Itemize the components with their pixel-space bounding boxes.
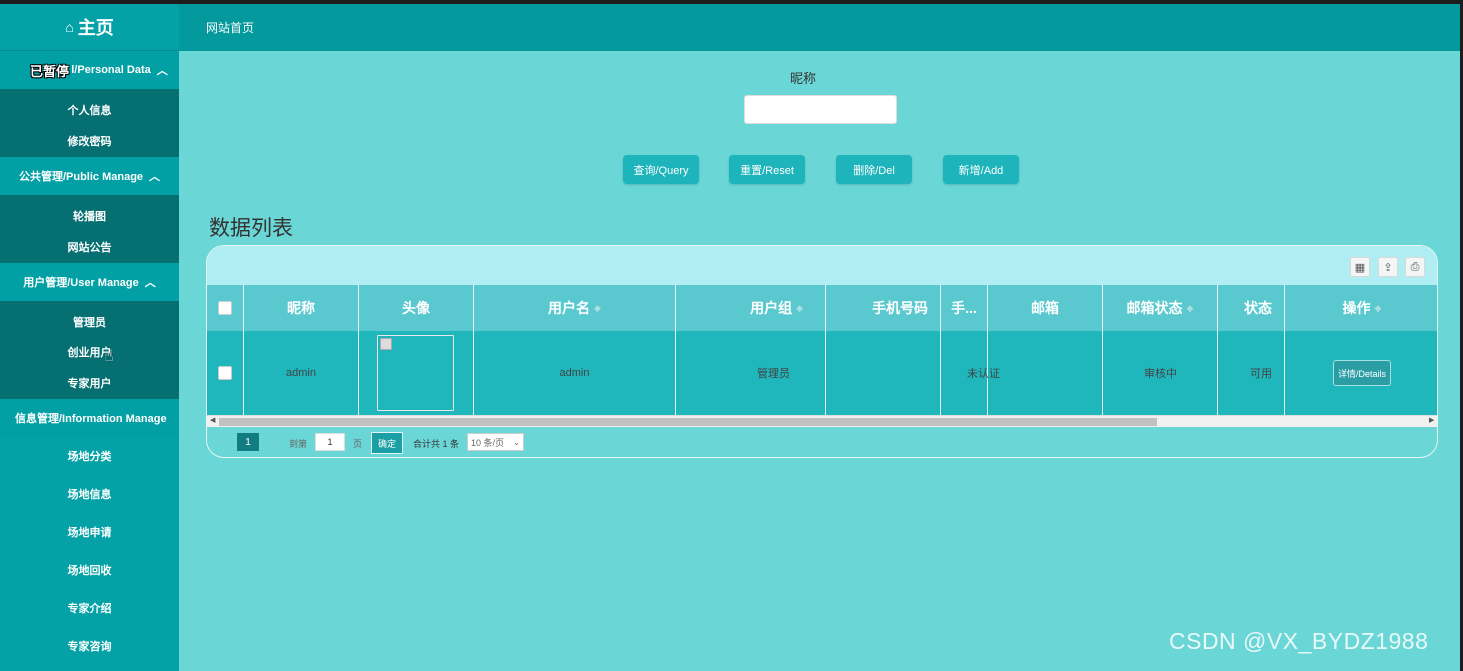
next-page-icon[interactable]: › — [273, 437, 276, 447]
menu-group-public[interactable]: 公共管理/Public Manage ︿ — [0, 157, 179, 195]
menu-group-public-label: 公共管理/Public Manage — [18, 171, 144, 183]
cell-status: 可用 — [1218, 331, 1285, 415]
sort-icon[interactable]: ◆ — [1187, 303, 1194, 314]
scroll-right-icon[interactable]: ▶ — [1429, 416, 1434, 424]
select-all-checkbox[interactable] — [218, 301, 232, 315]
cell-avatar — [359, 331, 474, 415]
menu-group-user[interactable]: 用户管理/User Manage ︿ — [0, 263, 179, 301]
print-icon[interactable]: ⎙ — [1405, 257, 1425, 277]
submenu-user: 管理员 创业用户 专家用户 — [0, 301, 179, 399]
page-unit-label: 页 — [353, 439, 363, 449]
select-all-cell — [207, 285, 244, 331]
chevron-down-icon: ⌄ — [513, 437, 520, 447]
page-current[interactable]: 1 — [237, 433, 259, 451]
sidebar-item-venue-apply[interactable]: 场地申请 — [0, 513, 179, 551]
pagination: ‹ 1 › 到第 1 页 确定 合计共 1 条 10 条/页 ⌄ — [207, 432, 1437, 455]
sidebar-item-profile[interactable]: 个人信息 — [0, 89, 179, 125]
cell-actions: 详情/Details — [1285, 331, 1437, 415]
avatar-broken-image[interactable] — [377, 335, 454, 411]
col-header-nickname[interactable]: 昵称 — [244, 285, 359, 331]
query-button[interactable]: 查询/Query — [623, 155, 699, 184]
hand-cursor-icon: ☝ — [104, 348, 114, 365]
scrollbar-thumb[interactable] — [219, 418, 1157, 426]
data-table-card: ▦ ⇪ ⎙ 昵称 头像 用户名 ◆ 用户组 ◆ 手机号码 手... 邮箱 邮箱状态 ◆… — [206, 245, 1438, 458]
table-toolbar: ▦ ⇪ ⎙ — [207, 246, 1437, 285]
sort-icon[interactable]: ◆ — [594, 303, 601, 314]
col-header-phone[interactable]: 手机号码 — [826, 285, 941, 331]
sidebar-item-expert-consult[interactable]: 专家咨询 — [0, 627, 179, 665]
sidebar-item-carousel[interactable]: 轮播图 — [0, 195, 179, 231]
col-header-actions[interactable]: 操作 ◆ — [1285, 285, 1437, 331]
sidebar-item-venue-recycle[interactable]: 场地回收 — [0, 551, 179, 589]
cell-certification: 未认证 — [941, 331, 1000, 415]
goto-confirm-button[interactable]: 确定 — [371, 432, 403, 454]
sidebar-item-venue-category[interactable]: 场地分类 — [0, 437, 179, 475]
cell-email — [988, 331, 1103, 415]
goto-label: 到第 — [289, 439, 308, 449]
col-header-email[interactable]: 邮箱 — [988, 285, 1103, 331]
col-header-avatar[interactable]: 头像 — [359, 285, 474, 331]
breadcrumb-home[interactable]: 网站首页 — [206, 19, 254, 36]
sort-icon[interactable]: ◆ — [796, 303, 803, 314]
search-label: 昵称 — [790, 71, 817, 86]
horizontal-scrollbar[interactable]: ◀ ▶ — [207, 415, 1437, 427]
sidebar: ⌂ 主页 l/Personal Data ︿ 已暂停 个人信息 修改密码 公共管… — [0, 4, 179, 671]
sidebar-item-change-password[interactable]: 修改密码 — [0, 125, 179, 157]
watermark: CSDN @VX_BYDZ1988 — [1169, 628, 1429, 654]
page-size-select[interactable]: 10 条/页 ⌄ — [467, 433, 524, 451]
col-header-username[interactable]: 用户名 ◆ — [474, 285, 676, 331]
reset-button[interactable]: 重置/Reset — [729, 155, 805, 184]
cell-nickname: admin — [244, 331, 359, 415]
cell-email-status: 审核中 — [1103, 331, 1218, 415]
cell-usergroup: 管理员 — [676, 331, 826, 415]
menu-group-info[interactable]: 信息管理/Information Manage — [0, 399, 179, 437]
sidebar-item-announcement[interactable]: 网站公告 — [0, 231, 179, 263]
table-row: admin admin 管理员 未认证 审核中 可用 详情/Details — [207, 331, 1437, 415]
sidebar-item-startup-user[interactable]: 创业用户 — [0, 337, 179, 367]
sidebar-brand[interactable]: ⌂ 主页 — [0, 4, 179, 51]
home-icon: ⌂ — [65, 19, 74, 35]
table-header: 昵称 头像 用户名 ◆ 用户组 ◆ 手机号码 手... 邮箱 邮箱状态 ◆ 状态 操作… — [207, 285, 1437, 331]
col-header-truncated[interactable]: 手... — [941, 285, 988, 331]
brand-title: 主页 — [77, 18, 114, 38]
sidebar-item-venue-info[interactable]: 场地信息 — [0, 475, 179, 513]
col-header-usergroup[interactable]: 用户组 ◆ — [676, 285, 826, 331]
nickname-search-input[interactable] — [744, 95, 897, 124]
chevron-up-icon: ︿ — [156, 65, 168, 77]
sidebar-item-expert-intro[interactable]: 专家介绍 — [0, 589, 179, 627]
menu-group-user-label: 用户管理/User Manage — [23, 277, 139, 289]
delete-button[interactable]: 删除/Del — [836, 155, 912, 184]
submenu-personal: 个人信息 修改密码 — [0, 89, 179, 157]
scroll-left-icon[interactable]: ◀ — [210, 416, 215, 424]
chevron-up-icon: ︿ — [149, 171, 161, 183]
cell-username: admin — [474, 331, 676, 415]
row-select-cell — [207, 331, 244, 415]
prev-page-icon[interactable]: ‹ — [219, 437, 222, 447]
total-count: 合计共 1 条 — [413, 439, 460, 449]
export-icon[interactable]: ⇪ — [1378, 257, 1398, 277]
menu-group-personal[interactable]: l/Personal Data ︿ 已暂停 — [0, 51, 179, 89]
col-header-email-status[interactable]: 邮箱状态 ◆ — [1103, 285, 1218, 331]
top-header: 网站首页 — [179, 4, 1460, 51]
row-checkbox[interactable] — [218, 366, 232, 380]
add-button[interactable]: 新增/Add — [943, 155, 1019, 184]
chevron-up-icon: ︿ — [144, 277, 156, 289]
paused-overlay: 已暂停 — [30, 63, 70, 79]
submenu-info: 场地分类 场地信息 场地申请 场地回收 专家介绍 专家咨询 — [0, 437, 179, 665]
sidebar-item-admin[interactable]: 管理员 — [0, 301, 179, 337]
submenu-public: 轮播图 网站公告 — [0, 195, 179, 263]
goto-page-input[interactable]: 1 — [315, 433, 345, 451]
sidebar-item-expert-user[interactable]: 专家用户 — [0, 367, 179, 399]
details-button[interactable]: 详情/Details — [1333, 360, 1391, 386]
cell-phone — [826, 331, 941, 415]
col-header-status[interactable]: 状态 — [1218, 285, 1285, 331]
list-title: 数据列表 — [209, 217, 293, 240]
menu-group-info-label: 信息管理/Information Manage — [15, 413, 167, 425]
columns-filter-icon[interactable]: ▦ — [1350, 257, 1370, 277]
sort-icon[interactable]: ◆ — [1375, 303, 1382, 314]
